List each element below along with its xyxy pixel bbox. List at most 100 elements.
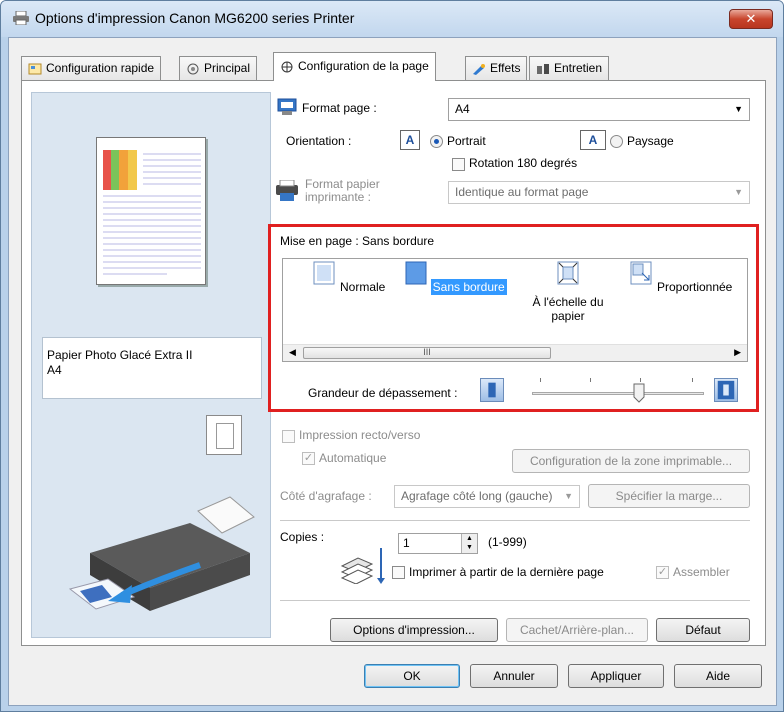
orientation-label: Orientation : — [286, 134, 352, 148]
stapling-side-value: Agrafage côté long (gauche) — [401, 489, 553, 503]
layout-item-normal[interactable]: Normale — [295, 261, 405, 295]
page-size-dropdown[interactable]: A4 ▼ — [448, 98, 750, 121]
separator — [280, 600, 750, 601]
apply-button[interactable]: Appliquer — [568, 664, 664, 688]
rotate-180-label: Rotation 180 degrés — [469, 156, 578, 170]
tab-label: Entretien — [554, 61, 603, 75]
separator — [280, 520, 750, 521]
duplex-checkbox[interactable] — [282, 430, 295, 443]
auto-duplex-label: Automatique — [319, 451, 387, 465]
printer-paper-size-label: Format papier imprimante : — [305, 178, 380, 204]
layout-item-scaled[interactable]: Proportionnée — [627, 261, 737, 295]
page-layout-list[interactable]: Normale Sans bordure À l'échelle du papi… — [282, 258, 748, 362]
copies-range: (1-999) — [488, 535, 527, 549]
slider-tick — [640, 378, 641, 382]
normal-layout-icon — [313, 261, 335, 285]
tab-label: Configuration rapide — [46, 61, 155, 75]
copies-label: Copies : — [280, 530, 325, 544]
cancel-button[interactable]: Annuler — [470, 664, 558, 688]
layout-item-label: Proportionnée — [656, 280, 733, 294]
borderless-layout-icon — [405, 261, 427, 285]
slider-thumb[interactable] — [633, 383, 645, 403]
page-preview — [96, 137, 206, 285]
layout-item-fit-to-paper[interactable]: À l'échelle du papier — [513, 261, 623, 324]
slider-tick — [540, 378, 541, 382]
page-size-label: Format page : — [302, 101, 377, 115]
main-tab-icon — [187, 63, 199, 75]
tab-page-setup[interactable]: Configuration de la page — [273, 52, 436, 81]
paper-name: Papier Photo Glacé Extra II — [47, 348, 193, 362]
chevron-down-icon: ▼ — [734, 187, 743, 197]
tab-effects[interactable]: Effets — [465, 56, 528, 80]
print-from-last-page-checkbox[interactable] — [392, 566, 405, 579]
stapling-side-label: Côté d'agrafage : — [280, 489, 372, 503]
media-info: Papier Photo Glacé Extra II A4 — [42, 337, 262, 399]
print-from-last-page-label: Imprimer à partir de la dernière page — [409, 565, 604, 579]
tab-maintenance[interactable]: Entretien — [529, 56, 610, 80]
copies-value: 1 — [403, 536, 410, 550]
printer-paper-size-icon — [276, 180, 298, 201]
spin-up-down-icon[interactable]: ▲ ▼ — [461, 534, 477, 553]
tab-label: Configuration de la page — [298, 59, 429, 73]
extension-amount-slider[interactable] — [532, 392, 704, 395]
chevron-down-icon: ▼ — [734, 104, 743, 114]
tab-main[interactable]: Principal — [179, 56, 258, 80]
print-preview-pane: Papier Photo Glacé Extra II A4 — [31, 92, 271, 638]
portrait-radio[interactable] — [430, 135, 443, 148]
scroll-left-icon[interactable]: ◀ — [289, 347, 296, 358]
paper-size: A4 — [47, 363, 62, 377]
print-area-setup-button[interactable]: Configuration de la zone imprimable... — [512, 449, 750, 473]
tab-label: Principal — [204, 61, 251, 75]
scroll-thumb[interactable]: III — [303, 347, 551, 359]
window-title: Options d'impression Canon MG6200 series… — [35, 10, 355, 26]
layout-item-label: Sans bordure — [429, 278, 508, 296]
print-options-button[interactable]: Options d'impression... — [330, 618, 498, 642]
tab-quick-setup[interactable]: Configuration rapide — [21, 56, 162, 80]
landscape-orientation-icon: A — [580, 130, 606, 150]
copies-stack-icon — [340, 557, 374, 584]
tab-label: Effets — [490, 61, 521, 75]
specify-margin-button[interactable]: Spécifier la marge... — [588, 484, 750, 508]
scroll-right-icon[interactable]: ▶ — [734, 347, 741, 358]
portrait-label: Portrait — [447, 134, 486, 148]
layout-item-borderless[interactable]: Sans bordure — [401, 261, 511, 296]
page-order-arrow-icon — [377, 548, 385, 584]
layout-item-label: À l'échelle du papier — [532, 295, 604, 323]
printer-paper-label-line2: imprimante : — [305, 190, 372, 204]
printer-icon — [13, 11, 29, 25]
portrait-orientation-icon: A — [400, 130, 420, 150]
quick-setup-icon — [28, 63, 42, 75]
layout-item-label: Normale — [339, 280, 386, 294]
collate-label: Assembler — [673, 565, 730, 579]
maintenance-icon — [537, 63, 549, 74]
effects-icon — [473, 63, 485, 75]
stapling-side-dropdown[interactable]: Agrafage côté long (gauche) ▼ — [394, 485, 580, 508]
rotate-180-checkbox[interactable] — [452, 158, 465, 171]
help-button[interactable]: Aide — [674, 664, 762, 688]
ok-button[interactable]: OK — [364, 664, 460, 688]
printer-paper-size-dropdown[interactable]: Identique au format page ▼ — [448, 181, 750, 204]
extension-large-icon — [714, 378, 738, 402]
slider-tick — [692, 378, 693, 382]
extension-small-icon — [480, 378, 504, 402]
fit-to-paper-icon — [557, 261, 579, 285]
copies-spinner[interactable]: 1 ▲ ▼ — [398, 533, 478, 554]
chevron-down-icon: ▼ — [564, 491, 573, 501]
printer-paper-size-value: Identique au format page — [455, 185, 589, 199]
title-bar[interactable]: Options d'impression Canon MG6200 series… — [1, 1, 783, 37]
defaults-button[interactable]: Défaut — [656, 618, 750, 642]
landscape-radio[interactable] — [610, 135, 623, 148]
duplex-label: Impression recto/verso — [299, 428, 421, 442]
collate-checkbox[interactable]: ✓ — [656, 566, 669, 579]
extension-amount-label: Grandeur de dépassement : — [308, 386, 458, 400]
slider-tick — [590, 378, 591, 382]
landscape-label: Paysage — [627, 134, 674, 148]
stamp-background-button[interactable]: Cachet/Arrière-plan... — [506, 618, 648, 642]
page-preview-image — [103, 150, 201, 275]
page-size-icon — [277, 98, 297, 115]
layout-horizontal-scrollbar[interactable]: ◀ III ▶ — [283, 344, 747, 361]
page-size-value: A4 — [455, 102, 470, 116]
page-setup-icon — [281, 61, 293, 73]
auto-duplex-checkbox[interactable]: ✓ — [302, 452, 315, 465]
close-button[interactable]: ✕ — [729, 9, 773, 29]
